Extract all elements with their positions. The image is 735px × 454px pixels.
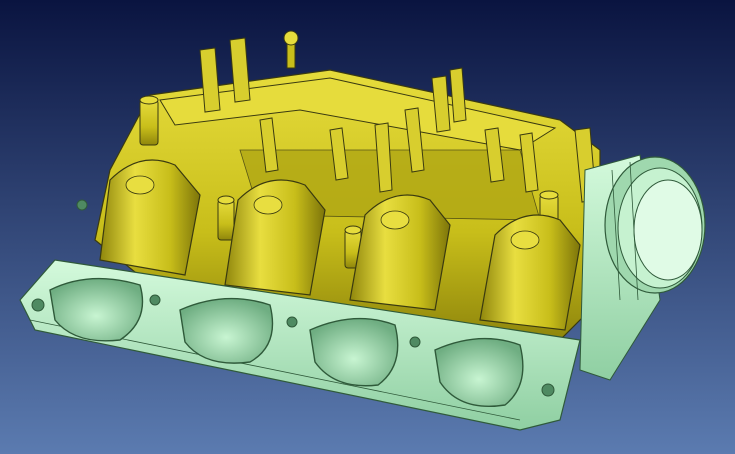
cad-viewport[interactable] [0, 0, 735, 454]
runner-2 [224, 179, 326, 296]
manifold-render [0, 0, 735, 454]
runner-1 [99, 159, 201, 276]
